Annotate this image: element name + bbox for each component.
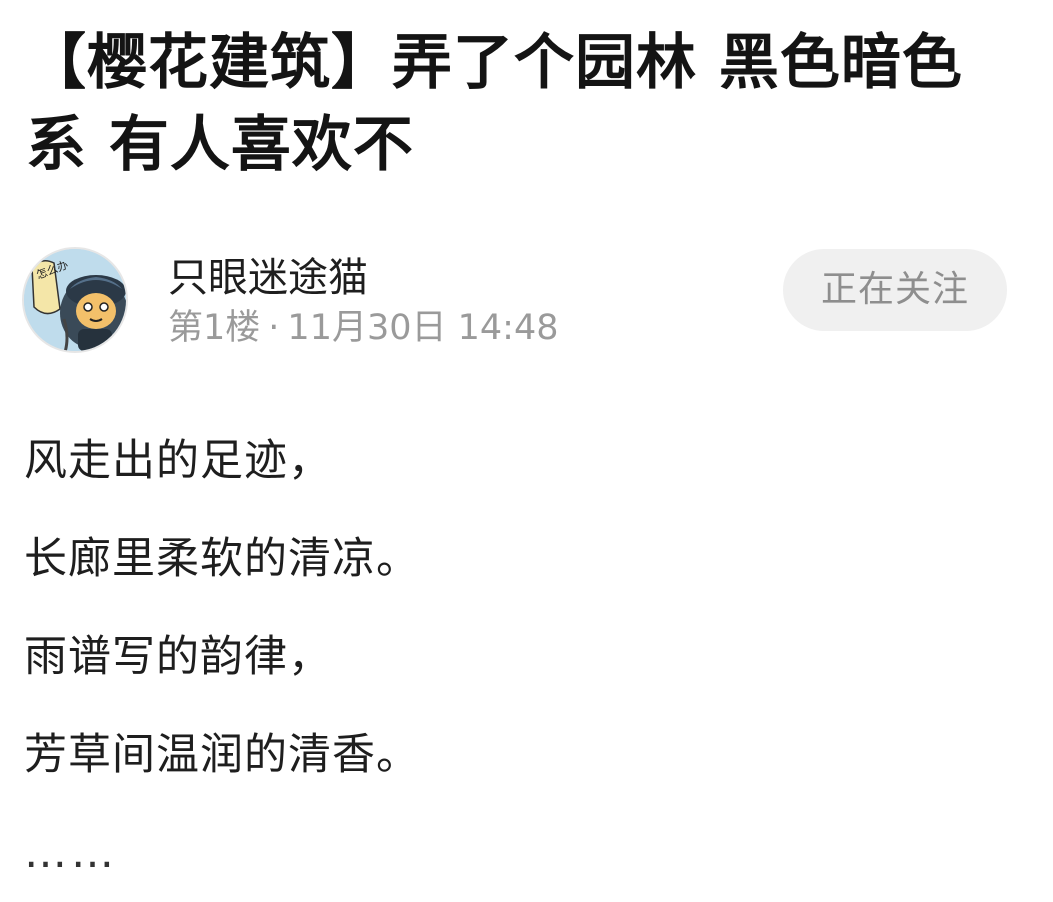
- post-body: 风走出的足迹， 长廊里柔软的清凉。 雨谱写的韵律， 芳草间温润的清香。 ……: [24, 412, 1024, 902]
- avatar[interactable]: 怎么办: [22, 247, 128, 353]
- floor-number: 第1楼: [168, 308, 261, 348]
- author-name[interactable]: 只眼迷途猫: [168, 251, 368, 305]
- cartoon-cat-avatar-icon: 怎么办: [24, 249, 126, 351]
- author-bar: 怎么办 只眼迷途猫 第1楼 · 11月30日 14:48 正在关注: [22, 247, 1007, 357]
- follow-button[interactable]: 正在关注: [783, 249, 1007, 331]
- post-line: 长廊里柔软的清凉。: [24, 534, 420, 584]
- post-date: 11月30日 14:48: [287, 308, 559, 348]
- post-line: 雨谱写的韵律，: [24, 632, 332, 682]
- post-line-ellipsis: ……: [24, 828, 118, 878]
- post-meta: 第1楼 · 11月30日 14:48: [168, 305, 558, 351]
- meta-separator: ·: [268, 308, 280, 348]
- post-line: 芳草间温润的清香。: [24, 730, 420, 780]
- post-title: 【樱花建筑】弄了个园林 黑色暗色系 有人喜欢不: [26, 28, 963, 180]
- post-line: 风走出的足迹，: [24, 436, 332, 486]
